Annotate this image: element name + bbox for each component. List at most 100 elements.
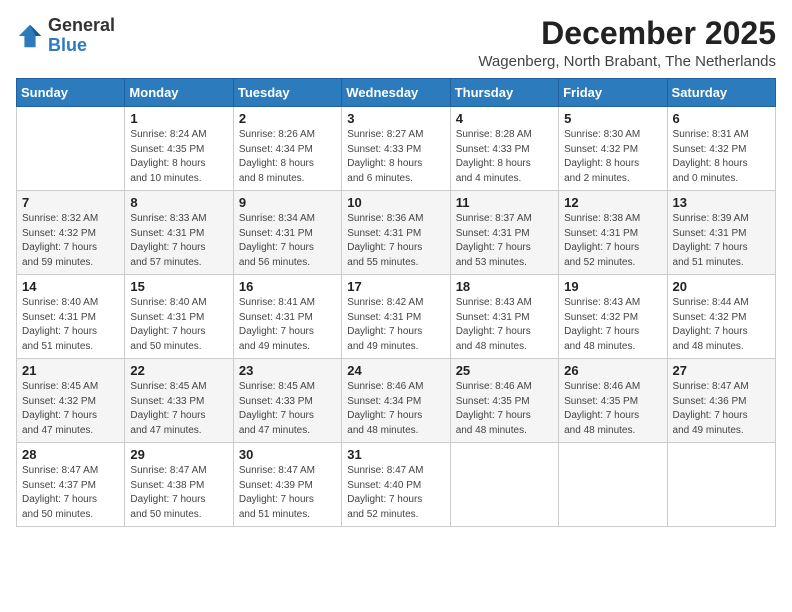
day-number: 15 xyxy=(130,279,227,294)
logo-icon xyxy=(16,22,44,50)
subtitle: Wagenberg, North Brabant, The Netherland… xyxy=(478,53,776,70)
calendar-cell: 4 Sunrise: 8:28 AM Sunset: 4:33 PM Daylig… xyxy=(450,107,558,191)
day-number: 14 xyxy=(22,279,119,294)
day-number: 20 xyxy=(673,279,770,294)
day-info: Sunrise: 8:43 AM Sunset: 4:31 PM Dayligh… xyxy=(456,296,553,354)
day-info: Sunrise: 8:44 AM Sunset: 4:32 PM Dayligh… xyxy=(673,296,770,354)
day-info: Sunrise: 8:45 AM Sunset: 4:32 PM Dayligh… xyxy=(22,380,119,438)
day-info: Sunrise: 8:43 AM Sunset: 4:32 PM Dayligh… xyxy=(564,296,661,354)
day-info: Sunrise: 8:46 AM Sunset: 4:35 PM Dayligh… xyxy=(564,380,661,438)
calendar-header-saturday: Saturday xyxy=(667,79,775,107)
day-info: Sunrise: 8:47 AM Sunset: 4:37 PM Dayligh… xyxy=(22,464,119,522)
day-info: Sunrise: 8:38 AM Sunset: 4:31 PM Dayligh… xyxy=(564,212,661,270)
calendar-header-wednesday: Wednesday xyxy=(342,79,450,107)
calendar-cell: 18 Sunrise: 8:43 AM Sunset: 4:31 PM Dayli… xyxy=(450,275,558,359)
day-info: Sunrise: 8:30 AM Sunset: 4:32 PM Dayligh… xyxy=(564,128,661,186)
day-number: 22 xyxy=(130,363,227,378)
calendar-cell: 19 Sunrise: 8:43 AM Sunset: 4:32 PM Dayli… xyxy=(559,275,667,359)
day-number: 10 xyxy=(347,195,444,210)
calendar-cell: 2Sunrise: 8:26 AM Sunset: 4:34 PM Daylig… xyxy=(233,107,341,191)
calendar-cell: 8Sunrise: 8:33 AM Sunset: 4:31 PM Daylig… xyxy=(125,191,233,275)
day-info: Sunrise: 8:33 AM Sunset: 4:31 PM Dayligh… xyxy=(130,212,227,270)
calendar-cell xyxy=(17,107,125,191)
calendar-header-monday: Monday xyxy=(125,79,233,107)
day-info: Sunrise: 8:40 AM Sunset: 4:31 PM Dayligh… xyxy=(22,296,119,354)
calendar-header-row: SundayMondayTuesdayWednesdayThursdayFrid… xyxy=(17,79,776,107)
calendar-cell: 20 Sunrise: 8:44 AM Sunset: 4:32 PM Dayli… xyxy=(667,275,775,359)
day-info: Sunrise: 8:40 AM Sunset: 4:31 PM Dayligh… xyxy=(130,296,227,354)
day-number: 11 xyxy=(456,195,553,210)
calendar-week-row: 14 Sunrise: 8:40 AM Sunset: 4:31 PM Dayli… xyxy=(17,275,776,359)
calendar-cell: 16 Sunrise: 8:41 AM Sunset: 4:31 PM Dayli… xyxy=(233,275,341,359)
calendar-week-row: 28 Sunrise: 8:47 AM Sunset: 4:37 PM Dayli… xyxy=(17,443,776,527)
calendar-cell: 23Sunrise: 8:45 AM Sunset: 4:33 PM Dayli… xyxy=(233,359,341,443)
day-number: 6 xyxy=(673,111,770,126)
calendar-header-friday: Friday xyxy=(559,79,667,107)
calendar-cell: 3 Sunrise: 8:27 AM Sunset: 4:33 PM Daylig… xyxy=(342,107,450,191)
calendar-cell: 21 Sunrise: 8:45 AM Sunset: 4:32 PM Dayli… xyxy=(17,359,125,443)
calendar-cell: 6 Sunrise: 8:31 AM Sunset: 4:32 PM Daylig… xyxy=(667,107,775,191)
calendar-cell: 11 Sunrise: 8:37 AM Sunset: 4:31 PM Dayli… xyxy=(450,191,558,275)
day-number: 28 xyxy=(22,447,119,462)
calendar-cell: 9Sunrise: 8:34 AM Sunset: 4:31 PM Daylig… xyxy=(233,191,341,275)
calendar-cell: 12 Sunrise: 8:38 AM Sunset: 4:31 PM Dayli… xyxy=(559,191,667,275)
calendar-week-row: 7 Sunrise: 8:32 AM Sunset: 4:32 PM Daylig… xyxy=(17,191,776,275)
calendar-cell xyxy=(559,443,667,527)
day-number: 3 xyxy=(347,111,444,126)
day-number: 4 xyxy=(456,111,553,126)
day-info: Sunrise: 8:36 AM Sunset: 4:31 PM Dayligh… xyxy=(347,212,444,270)
calendar-header-tuesday: Tuesday xyxy=(233,79,341,107)
day-info: Sunrise: 8:46 AM Sunset: 4:34 PM Dayligh… xyxy=(347,380,444,438)
calendar-cell: 13 Sunrise: 8:39 AM Sunset: 4:31 PM Dayli… xyxy=(667,191,775,275)
day-info: Sunrise: 8:42 AM Sunset: 4:31 PM Dayligh… xyxy=(347,296,444,354)
day-number: 12 xyxy=(564,195,661,210)
day-number: 13 xyxy=(673,195,770,210)
day-number: 25 xyxy=(456,363,553,378)
calendar-cell: 29Sunrise: 8:47 AM Sunset: 4:38 PM Dayli… xyxy=(125,443,233,527)
day-number: 24 xyxy=(347,363,444,378)
day-number: 16 xyxy=(239,279,336,294)
day-number: 17 xyxy=(347,279,444,294)
calendar-header-sunday: Sunday xyxy=(17,79,125,107)
day-number: 19 xyxy=(564,279,661,294)
day-info: Sunrise: 8:27 AM Sunset: 4:33 PM Dayligh… xyxy=(347,128,444,186)
calendar-cell: 26 Sunrise: 8:46 AM Sunset: 4:35 PM Dayli… xyxy=(559,359,667,443)
day-info: Sunrise: 8:47 AM Sunset: 4:38 PM Dayligh… xyxy=(130,464,227,522)
calendar-cell xyxy=(667,443,775,527)
logo-blue: Blue xyxy=(48,35,87,55)
day-info: Sunrise: 8:37 AM Sunset: 4:31 PM Dayligh… xyxy=(456,212,553,270)
day-info: Sunrise: 8:39 AM Sunset: 4:31 PM Dayligh… xyxy=(673,212,770,270)
day-number: 30 xyxy=(239,447,336,462)
calendar-cell: 30Sunrise: 8:47 AM Sunset: 4:39 PM Dayli… xyxy=(233,443,341,527)
day-info: Sunrise: 8:41 AM Sunset: 4:31 PM Dayligh… xyxy=(239,296,336,354)
day-info: Sunrise: 8:28 AM Sunset: 4:33 PM Dayligh… xyxy=(456,128,553,186)
day-number: 27 xyxy=(673,363,770,378)
day-info: Sunrise: 8:31 AM Sunset: 4:32 PM Dayligh… xyxy=(673,128,770,186)
calendar: SundayMondayTuesdayWednesdayThursdayFrid… xyxy=(16,78,776,527)
day-info: Sunrise: 8:47 AM Sunset: 4:36 PM Dayligh… xyxy=(673,380,770,438)
calendar-cell: 7 Sunrise: 8:32 AM Sunset: 4:32 PM Daylig… xyxy=(17,191,125,275)
calendar-cell: 27 Sunrise: 8:47 AM Sunset: 4:36 PM Dayli… xyxy=(667,359,775,443)
day-info: Sunrise: 8:26 AM Sunset: 4:34 PM Dayligh… xyxy=(239,128,336,186)
day-number: 21 xyxy=(22,363,119,378)
calendar-cell: 28 Sunrise: 8:47 AM Sunset: 4:37 PM Dayli… xyxy=(17,443,125,527)
calendar-header-thursday: Thursday xyxy=(450,79,558,107)
day-number: 31 xyxy=(347,447,444,462)
calendar-week-row: 21 Sunrise: 8:45 AM Sunset: 4:32 PM Dayli… xyxy=(17,359,776,443)
calendar-cell: 25Sunrise: 8:46 AM Sunset: 4:35 PM Dayli… xyxy=(450,359,558,443)
calendar-cell: 31 Sunrise: 8:47 AM Sunset: 4:40 PM Dayli… xyxy=(342,443,450,527)
calendar-cell: 10 Sunrise: 8:36 AM Sunset: 4:31 PM Dayli… xyxy=(342,191,450,275)
day-number: 9 xyxy=(239,195,336,210)
calendar-cell xyxy=(450,443,558,527)
calendar-week-row: 1Sunrise: 8:24 AM Sunset: 4:35 PM Daylig… xyxy=(17,107,776,191)
calendar-cell: 24 Sunrise: 8:46 AM Sunset: 4:34 PM Dayli… xyxy=(342,359,450,443)
day-info: Sunrise: 8:32 AM Sunset: 4:32 PM Dayligh… xyxy=(22,212,119,270)
day-info: Sunrise: 8:47 AM Sunset: 4:40 PM Dayligh… xyxy=(347,464,444,522)
day-number: 18 xyxy=(456,279,553,294)
day-number: 26 xyxy=(564,363,661,378)
day-info: Sunrise: 8:45 AM Sunset: 4:33 PM Dayligh… xyxy=(239,380,336,438)
calendar-cell: 22Sunrise: 8:45 AM Sunset: 4:33 PM Dayli… xyxy=(125,359,233,443)
month-title: December 2025 xyxy=(478,16,776,51)
day-number: 7 xyxy=(22,195,119,210)
title-area: December 2025 Wagenberg, North Brabant, … xyxy=(478,16,776,70)
